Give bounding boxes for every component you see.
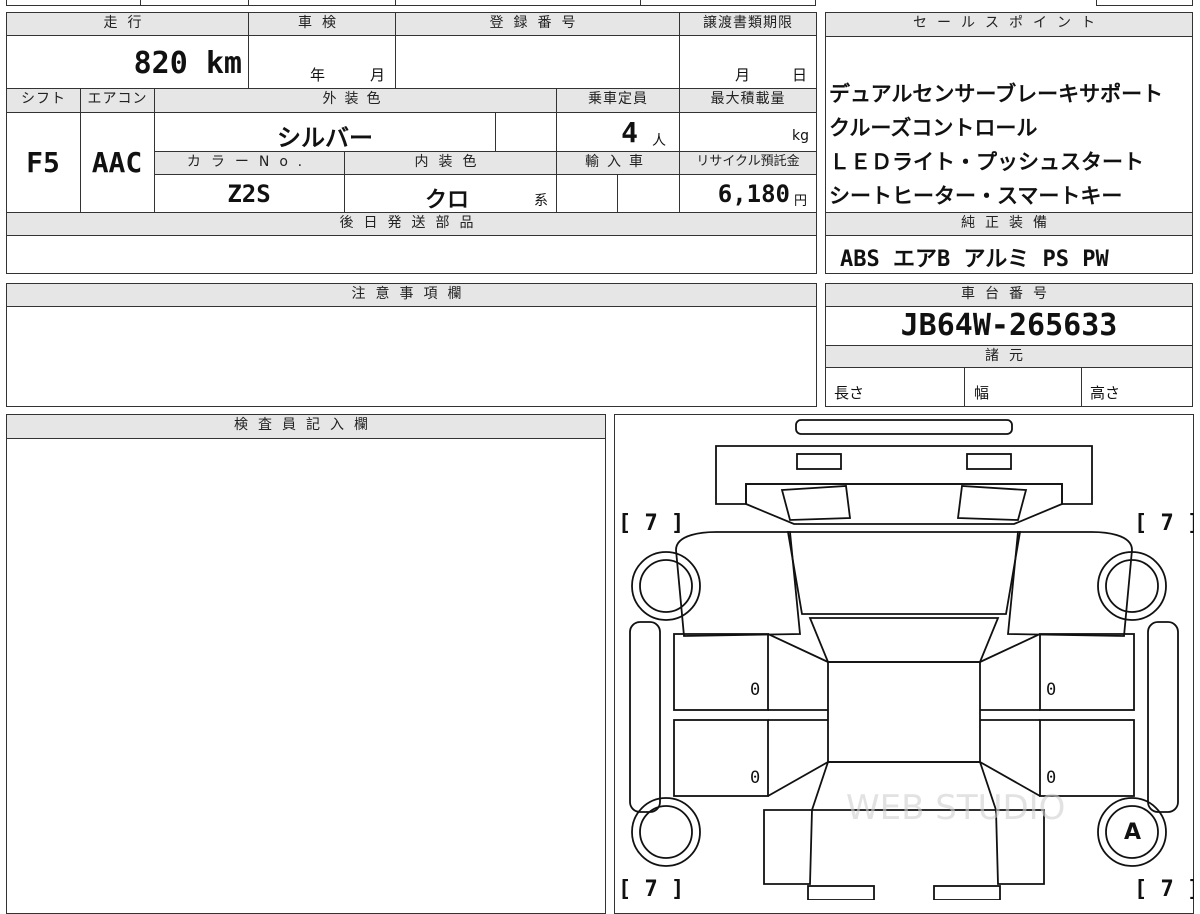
chassis-number: JB64W-265633 — [900, 308, 1118, 343]
divider — [964, 368, 965, 407]
aircon-label: エアコン — [80, 88, 155, 113]
pillar-right — [979, 633, 1041, 797]
sales-points-label: セールスポイント — [825, 12, 1193, 37]
rear-quarter-left — [763, 809, 813, 885]
fender-right — [1007, 531, 1133, 637]
interior-color-value: クロ — [425, 188, 470, 213]
deadline-day: 日 — [792, 66, 808, 84]
inspector-label: 検査員記入欄 — [6, 414, 606, 439]
sales-point-line-4: シートヒーター・スマートキー — [829, 184, 1123, 208]
recycle-value: 6,180 — [717, 180, 790, 208]
headlight-left — [796, 453, 842, 470]
equipment-label: 純正装備 — [825, 212, 1193, 236]
tire-rl-label: [ 7 ] — [618, 877, 684, 900]
mileage-label: 走行 — [6, 12, 249, 36]
wheel-front-left-inner — [639, 559, 693, 613]
tire-fr-label: [ 7 ] — [1134, 511, 1194, 536]
capacity-unit: 人 — [652, 133, 666, 149]
rear-bumper — [807, 885, 875, 900]
divider — [679, 36, 680, 88]
height-label: 高さ — [1090, 384, 1121, 402]
later-parts-label: 後日発送部品 — [6, 212, 817, 236]
interior-color-label: 内装色 — [344, 151, 557, 175]
door-fr-value: 0 — [1046, 680, 1056, 700]
aircon-value: AAC — [91, 146, 143, 179]
wheel-rear-left-inner — [639, 805, 693, 859]
exterior-color-label: 外装色 — [154, 88, 557, 113]
windshield-lower — [808, 617, 1000, 663]
side-step-left — [629, 621, 661, 813]
exterior-color-value: シルバー — [277, 124, 373, 152]
inspection-month: 月 — [370, 66, 386, 84]
tire-rr-label: [ 7 ] — [1134, 877, 1194, 900]
sales-point-line-1: デュアルセンサーブレーキサポート — [829, 82, 1164, 106]
shift-value: F5 — [26, 146, 60, 179]
wheel-front-left — [631, 551, 701, 621]
inspection-label: 車検 — [248, 12, 396, 36]
headlight-right — [966, 453, 1012, 470]
tire-fl-label: [ 7 ] — [618, 511, 684, 536]
divider — [495, 112, 496, 151]
mileage-value: 820 km — [133, 46, 242, 81]
sales-point-line-2: クルーズコントロール — [829, 116, 1038, 140]
side-step-right — [1147, 621, 1179, 813]
watermark: WEB STUDIO — [846, 788, 1065, 828]
transfer-deadline-label: 譲渡書類期限 — [679, 12, 817, 36]
dimensions-label: 諸元 — [825, 345, 1193, 368]
shift-label: シフト — [6, 88, 81, 113]
max-load-label: 最大積載量 — [679, 88, 817, 113]
door-rl-value: 0 — [750, 768, 760, 788]
top-divider — [640, 0, 641, 6]
divider — [248, 36, 249, 88]
wheel-rear-left — [631, 797, 701, 867]
fender-left — [675, 531, 801, 637]
divider — [1081, 368, 1082, 407]
width-label: 幅 — [974, 384, 990, 402]
notes-label: 注意事項欄 — [6, 283, 817, 307]
divider — [395, 36, 396, 88]
inspector-box — [6, 414, 606, 914]
top-strip — [6, 0, 816, 6]
chassis-label: 車台番号 — [825, 283, 1193, 307]
windshield — [786, 531, 1022, 615]
divider — [617, 175, 618, 212]
pillar-left — [767, 633, 829, 797]
door-rr-value: 0 — [1046, 768, 1056, 788]
top-strip-right — [1096, 0, 1193, 6]
top-divider — [140, 0, 141, 6]
divider — [344, 175, 345, 212]
front-bumper — [795, 419, 1013, 435]
sales-point-line-3: ＬＥＤライト・プッシュスタート — [829, 150, 1144, 174]
rear-bumper-right — [933, 885, 1001, 900]
front-body — [715, 445, 1093, 505]
roof — [827, 661, 981, 763]
wheel-front-right-inner — [1105, 559, 1159, 613]
registration-label: 登録番号 — [395, 12, 680, 36]
mirror-left — [780, 485, 852, 521]
wheel-front-right — [1097, 551, 1167, 621]
equipment-value: ABS エアB アルミ PS PW — [840, 247, 1109, 272]
top-divider — [395, 0, 396, 6]
interior-color-suffix: 系 — [534, 193, 548, 209]
length-label: 長さ — [834, 384, 865, 402]
inspection-year: 年 — [310, 66, 326, 84]
capacity-label: 乗車定員 — [556, 88, 680, 113]
car-diagram: [ 7 ] [ 7 ] [ 7 ] [ 7 ] 0 0 0 0 A WEB ST… — [618, 419, 1194, 900]
color-no-value: Z2S — [227, 180, 271, 208]
recycle-unit: 円 — [794, 194, 808, 209]
capacity-value: 4 — [621, 116, 638, 149]
max-load-unit: kg — [792, 128, 809, 144]
import-label: 輸入車 — [556, 151, 680, 175]
top-divider — [248, 0, 249, 6]
recycle-label: リサイクル預託金 — [679, 151, 817, 175]
deadline-month: 月 — [735, 66, 751, 84]
color-no-label: カラーNo. — [154, 151, 345, 175]
mirror-right — [956, 485, 1028, 521]
door-fl-value: 0 — [750, 680, 760, 700]
spare-mark: A — [1124, 820, 1141, 845]
